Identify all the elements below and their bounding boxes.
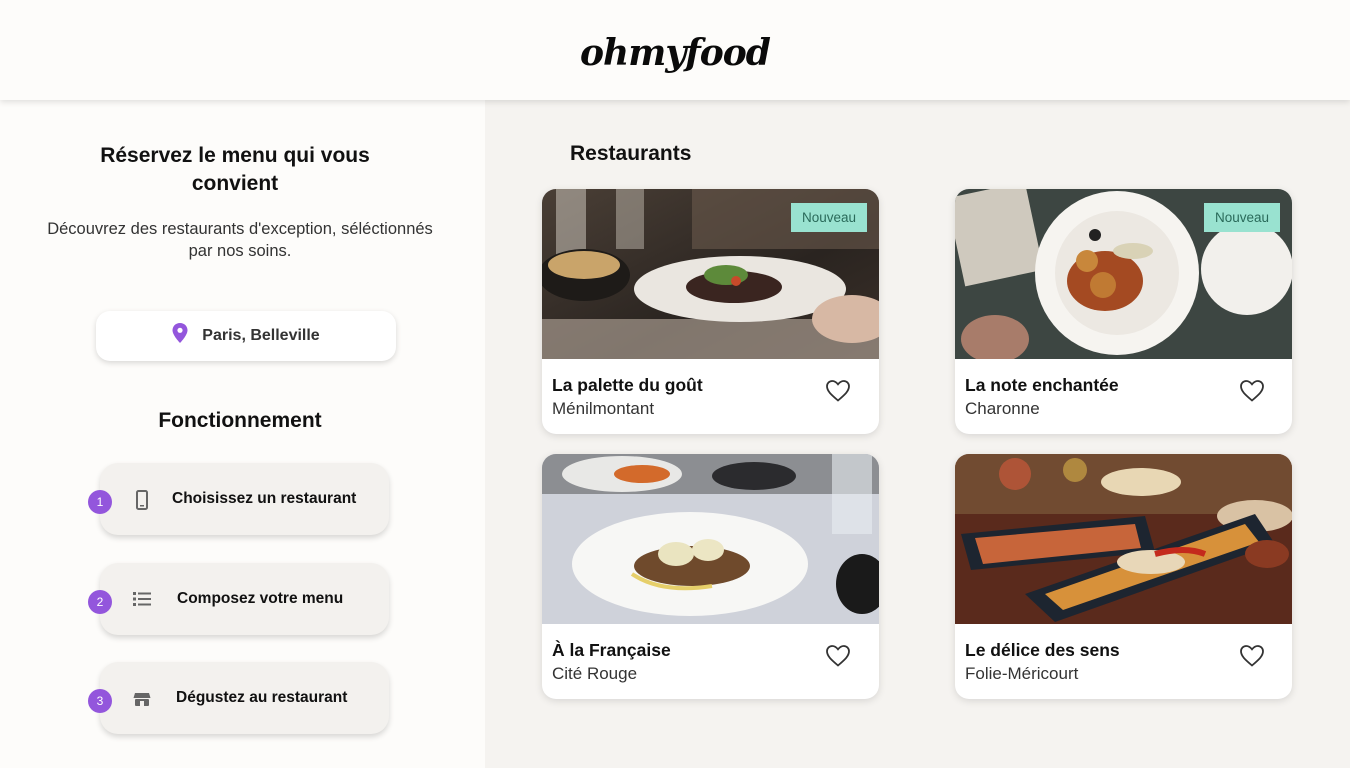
step-taste-at-restaurant: 3 Dégustez au restaurant — [88, 662, 389, 734]
restaurant-name: Le délice des sens — [965, 640, 1120, 660]
restaurant-card[interactable]: Nouveau La palette du goût Ménilmontant — [542, 189, 879, 434]
restaurant-photo — [542, 454, 879, 624]
restaurant-area: Folie-Méricourt — [965, 664, 1079, 683]
restaurant-area: Cité Rouge — [552, 664, 638, 683]
new-badge: Nouveau — [790, 203, 867, 232]
restaurant-name: La note enchantée — [965, 375, 1119, 395]
step-choose-restaurant: 1 Choisissez un restaurant — [88, 463, 389, 535]
step-number-badge: 2 — [88, 590, 112, 614]
step-label: Composez votre menu — [177, 590, 344, 607]
restaurant-area: Charonne — [965, 399, 1040, 418]
ohmyfood-logo[interactable]: ohmyfood — [580, 32, 771, 74]
heart-icon[interactable] — [1239, 644, 1265, 668]
new-badge: Nouveau — [1203, 203, 1280, 232]
heart-icon[interactable] — [1239, 379, 1265, 403]
intro-panel: Réservez le menu qui vous convient Décou… — [0, 100, 485, 768]
restaurant-card[interactable]: Nouveau La note enchantée Charonne — [955, 189, 1292, 434]
store-icon — [133, 693, 151, 706]
step-label: Choisissez un restaurant — [172, 490, 357, 507]
hero-title: Réservez le menu qui vous convient — [100, 144, 370, 195]
restaurant-name: La palette du goût — [552, 375, 703, 395]
step-number-badge: 1 — [88, 490, 112, 514]
site-header: ohmyfood — [0, 0, 1350, 100]
heart-icon[interactable] — [825, 379, 851, 403]
restaurant-name: À la Française — [552, 640, 671, 660]
hero-subtitle: Découvrez des restaurants d'exception, s… — [47, 220, 433, 260]
location-label: Paris, Belleville — [202, 327, 320, 344]
heart-icon[interactable] — [825, 644, 851, 668]
step-number-badge: 3 — [88, 689, 112, 713]
restaurant-card[interactable]: Le délice des sens Folie-Méricourt — [955, 454, 1292, 699]
location-selector[interactable]: Paris, Belleville — [96, 311, 396, 361]
list-icon — [133, 592, 151, 606]
restaurant-photo — [955, 454, 1292, 624]
smartphone-icon — [136, 490, 148, 510]
restaurants-title: Restaurants — [570, 142, 692, 165]
restaurant-area: Ménilmontant — [552, 399, 655, 418]
restaurant-card[interactable]: À la Française Cité Rouge — [542, 454, 879, 699]
map-pin-icon — [172, 323, 188, 343]
step-label: Dégustez au restaurant — [176, 689, 348, 706]
how-it-works-title: Fonctionnement — [158, 409, 322, 432]
step-compose-menu: 2 Composez votre menu — [88, 563, 389, 635]
